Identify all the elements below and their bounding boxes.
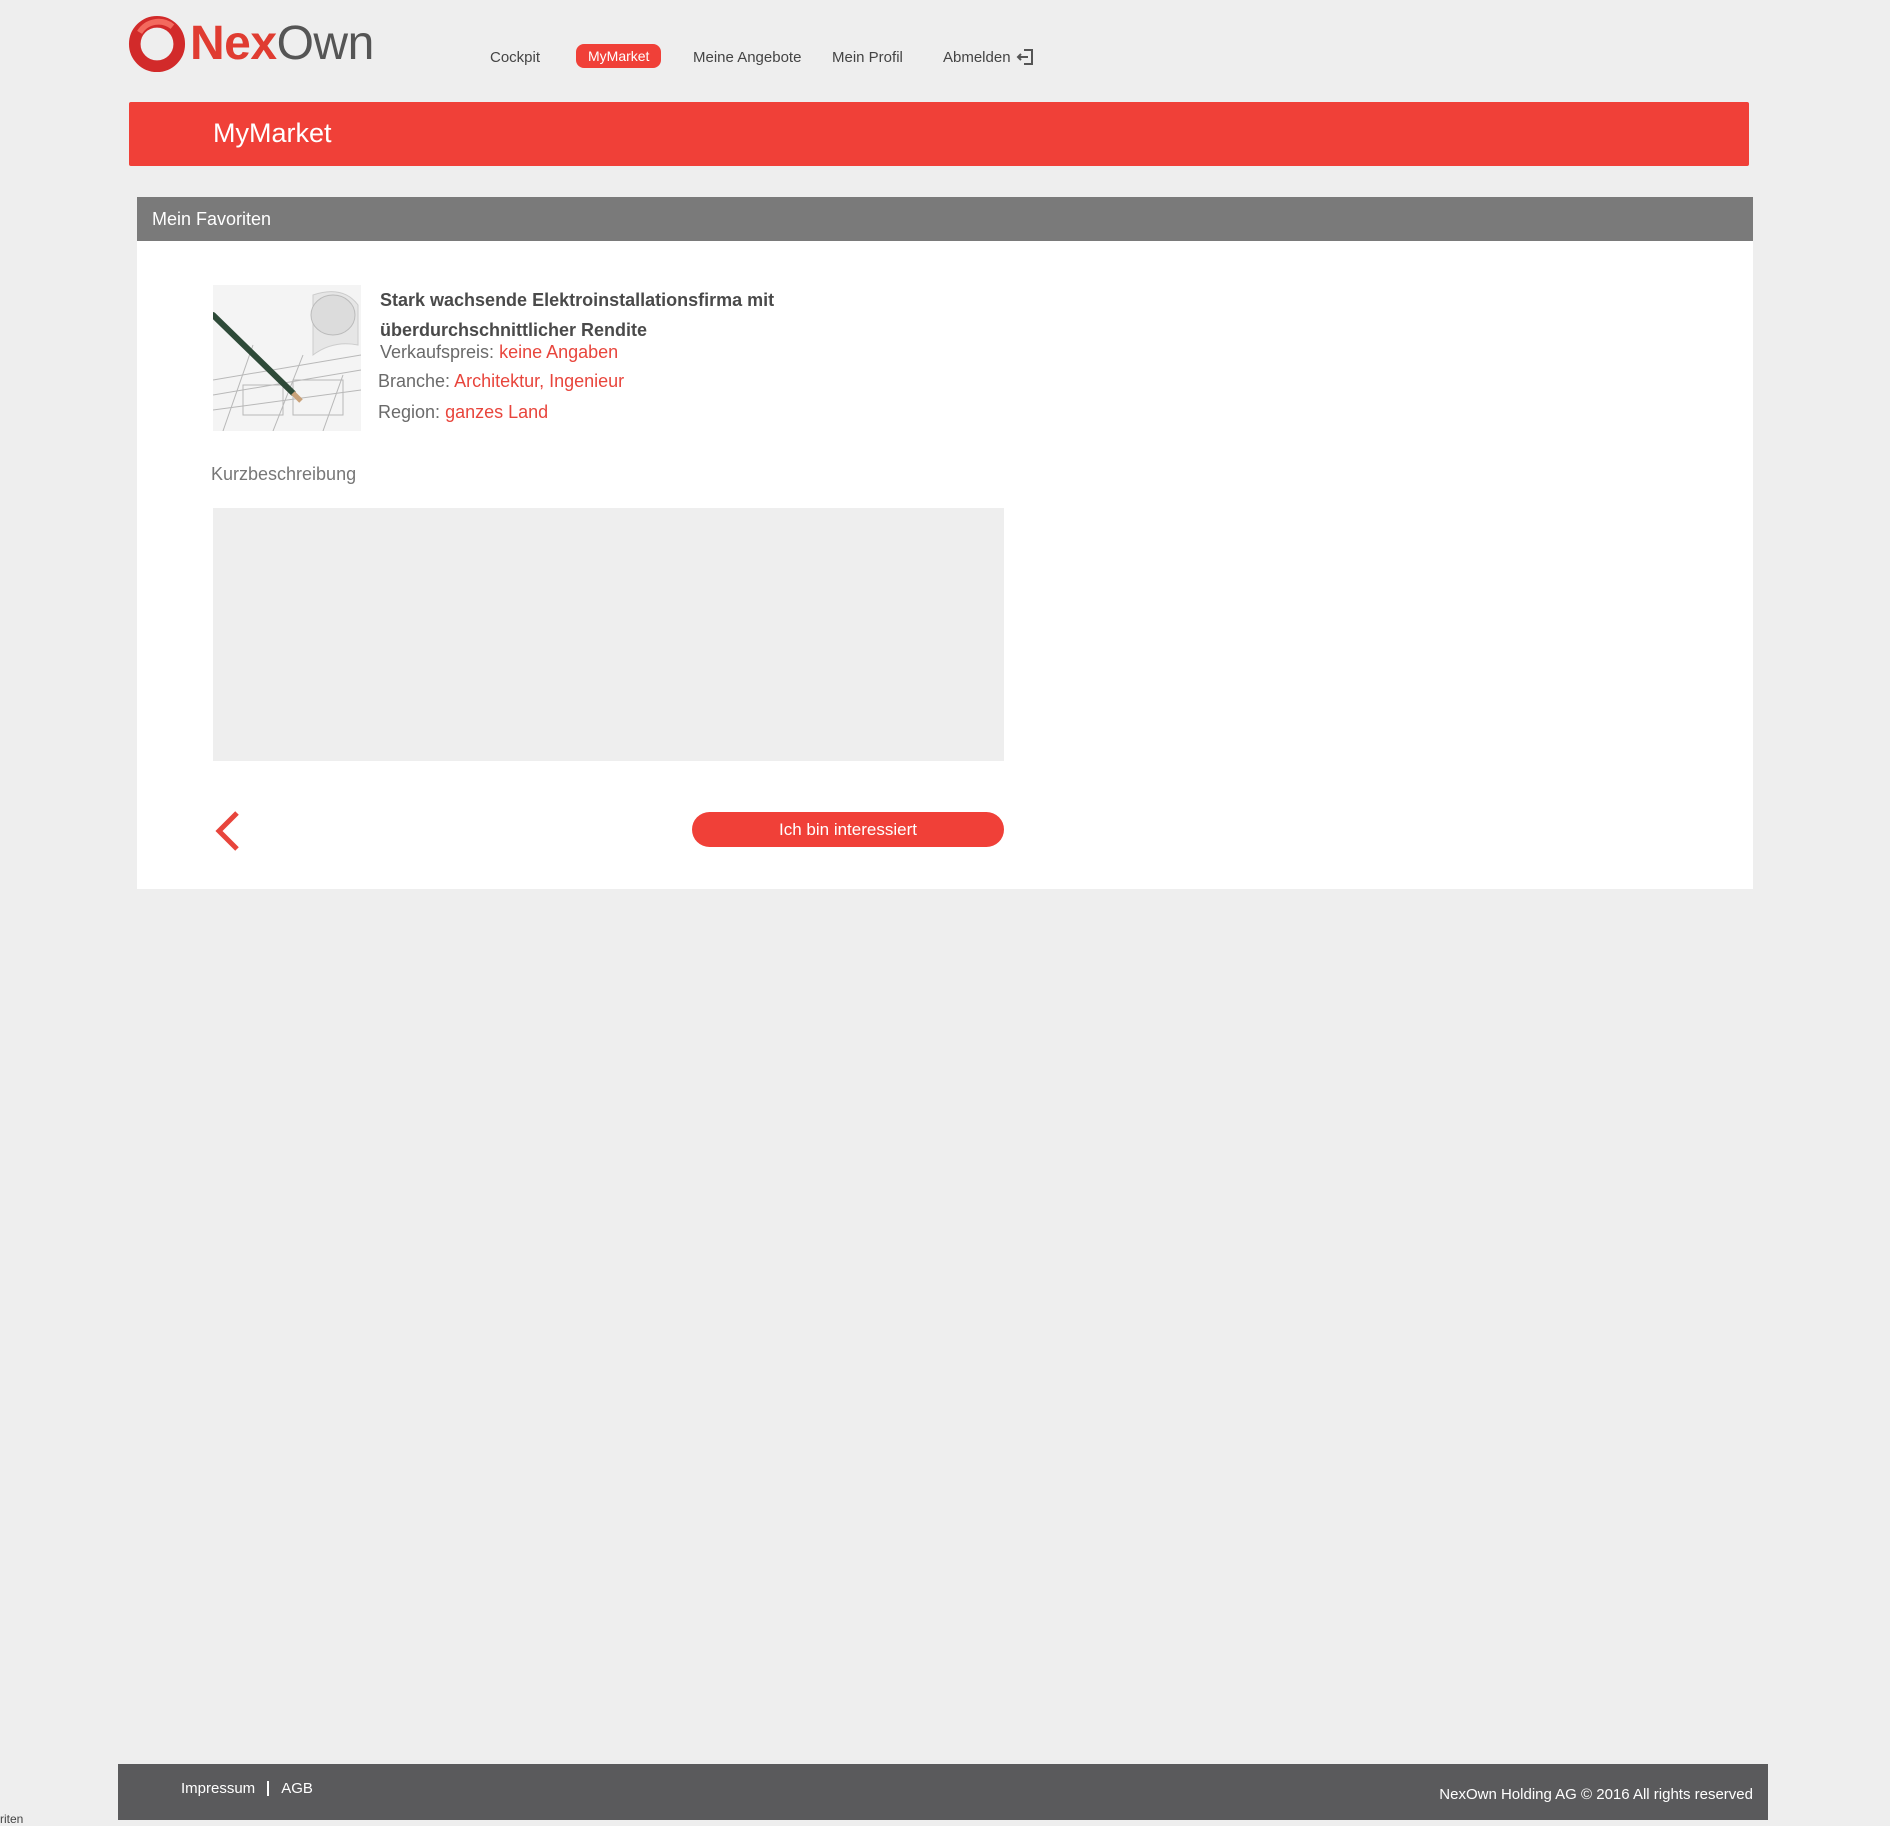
panel-header: Mein Favoriten	[137, 197, 1753, 241]
page-title: MyMarket	[213, 118, 332, 148]
branche-value[interactable]: Architektur, Ingenieur	[454, 371, 624, 391]
short-description-box	[213, 508, 1004, 761]
listing-branche: Branche: Architektur, Ingenieur	[378, 371, 624, 392]
price-label: Verkaufspreis:	[380, 342, 495, 362]
branche-label: Branche:	[378, 371, 451, 391]
nav-item-mymarket[interactable]: MyMarket	[576, 44, 662, 68]
footer-link-impressum[interactable]: Impressum	[181, 1780, 255, 1797]
region-value[interactable]: ganzes Land	[445, 402, 548, 422]
favorites-panel: Mein Favoriten Stark wachsende Elektroin…	[137, 197, 1753, 889]
page-banner: MyMarket	[129, 102, 1749, 166]
logout-icon	[1016, 49, 1033, 65]
listing-region: Region: ganzes Land	[378, 402, 548, 423]
listing-thumbnail[interactable]	[213, 285, 361, 431]
footer-link-agb[interactable]: AGB	[281, 1780, 313, 1797]
page-footer: Impressum AGB NexOwn Holding AG © 2016 A…	[118, 1764, 1768, 1820]
footer-copyright: NexOwn Holding AG © 2016 All rights rese…	[1439, 1786, 1753, 1803]
footer-links: Impressum AGB	[181, 1780, 313, 1797]
listing-price: Verkaufspreis: keine Angaben	[380, 342, 618, 363]
nav-item-cockpit[interactable]: Cockpit	[490, 49, 540, 66]
chevron-left-icon[interactable]	[213, 809, 243, 853]
nav-item-abmelden[interactable]: Abmelden	[943, 47, 1035, 67]
footer-divider	[267, 1781, 270, 1796]
short-description-label: Kurzbeschreibung	[211, 464, 357, 484]
price-value[interactable]: keine Angaben	[499, 342, 618, 362]
listing-title[interactable]: Stark wachsende Elektroinstallationsfirm…	[380, 285, 840, 345]
main-nav: Cockpit MyMarket Meine Angebote Mein Pro…	[0, 44, 1890, 70]
nav-item-mein-profil[interactable]: Mein Profil	[832, 49, 903, 66]
interested-button[interactable]: Ich bin interessiert	[692, 812, 1004, 847]
nav-item-abmelden-label: Abmelden	[943, 48, 1011, 66]
nav-item-meine-angebote[interactable]: Meine Angebote	[693, 49, 801, 66]
clipped-edge-text: riten	[0, 1812, 24, 1826]
region-label: Region:	[378, 402, 441, 422]
blueprint-pencil-image	[213, 285, 361, 431]
